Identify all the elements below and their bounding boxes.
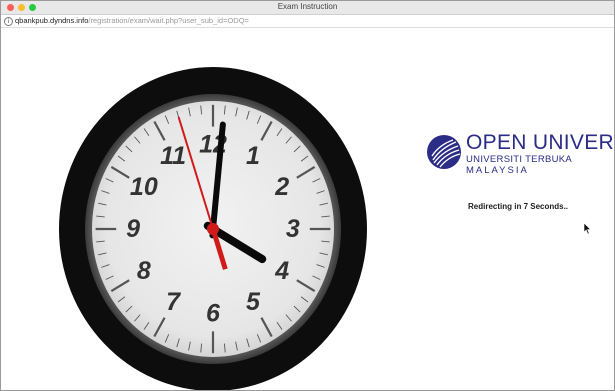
numeral-7: 7	[166, 288, 181, 316]
numeral-1: 1	[246, 142, 260, 170]
url-path: /registration/exam/wait.php?user_sub_id=…	[88, 16, 249, 25]
window-title: Exam Instruction	[277, 2, 338, 11]
redirect-message: Redirecting in 7 Seconds..	[468, 202, 569, 211]
info-icon[interactable]: i	[4, 17, 13, 26]
browser-window: Exam Instruction i qbankpub.dyndns.info/…	[0, 0, 615, 391]
numeral-8: 8	[137, 257, 151, 285]
open-university-logo: OPEN UNIVERSITY UNIVERSITI TERBUKA MALAY…	[426, 131, 614, 182]
numeral-10: 10	[130, 173, 158, 201]
address-bar[interactable]: i qbankpub.dyndns.info/registration/exam…	[1, 15, 614, 28]
analog-clock: 12 1 2 3 4 5 6 7 8 9 10 11	[59, 67, 367, 390]
university-emblem-icon	[427, 135, 461, 169]
logo-subtitle: UNIVERSITI TERBUKA	[466, 154, 573, 165]
numeral-4: 4	[274, 257, 289, 285]
logo-country: MALAYSIA	[466, 165, 529, 176]
logo-name: OPEN UNIVERSITY	[466, 131, 614, 154]
numeral-9: 9	[126, 215, 140, 243]
numeral-5: 5	[246, 288, 261, 316]
numeral-3: 3	[286, 215, 300, 243]
mouse-cursor-icon	[584, 223, 592, 235]
title-bar: Exam Instruction	[1, 1, 614, 15]
numeral-11: 11	[160, 142, 186, 170]
clock-center-cap	[207, 223, 219, 235]
numeral-2: 2	[274, 173, 289, 201]
logo-text: OPEN UNIVERSITY UNIVERSITI TERBUKA MALAY…	[466, 131, 614, 177]
url-text[interactable]: qbankpub.dyndns.info/registration/exam/w…	[15, 15, 249, 27]
numeral-6: 6	[206, 299, 221, 327]
url-host: qbankpub.dyndns.info	[15, 16, 89, 25]
